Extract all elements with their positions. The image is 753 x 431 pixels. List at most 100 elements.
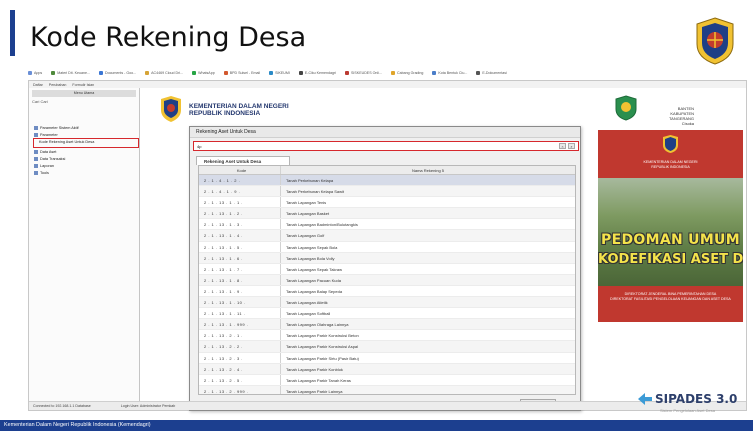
bookmark-favicon-icon — [145, 71, 150, 75]
cell-nama: Tanah Perkebunan Kelapa Sawit — [286, 189, 345, 195]
column-header-nama[interactable]: Nama Rekening 5 — [281, 166, 575, 174]
table-row[interactable]: 2 . 1 . 13 . 2 . 2 . Tanah Lapangan Parki… — [199, 341, 575, 353]
table-row[interactable]: 2 . 1 . 4 . 1 . 9 . Tanah Perkebunan Kela… — [199, 186, 575, 198]
tree-toolbar[interactable]: Cari Cari — [32, 99, 136, 108]
tree-item-parameter-sistem[interactable]: Parameter Sistem Aktif — [34, 126, 79, 130]
folder-icon — [34, 164, 38, 168]
menu-perubahan[interactable]: Perubahan — [49, 83, 67, 87]
bookmark-favicon-icon — [192, 71, 197, 75]
bookmark-item[interactable]: SISKEUDES Onli... — [345, 71, 382, 75]
bookmark-favicon-icon — [51, 71, 56, 75]
bookmark-item[interactable]: Apps — [28, 71, 42, 75]
kemendagri-logo-icon — [161, 96, 181, 122]
book-title-line-1: PEDOMAN UMUM — [601, 232, 740, 248]
tree-item-label: Data Transaksi — [40, 157, 66, 161]
bookmark-item[interactable]: SIKEUMI — [269, 71, 290, 75]
bookmark-label: Cabang Grading — [396, 71, 424, 75]
search-button[interactable]: ⌕ — [568, 143, 575, 149]
cell-kode: 2 . 1 . 4 . 1 . 2 . — [199, 175, 281, 186]
bookmark-item[interactable]: E-Dokumentasi — [476, 71, 507, 75]
bookmark-favicon-icon — [476, 71, 481, 75]
tree-item-data-aset[interactable]: Data Aset — [34, 150, 56, 154]
bookmark-favicon-icon — [390, 71, 395, 75]
tree-item-highlight-box — [33, 138, 139, 148]
tree-item-laporan[interactable]: Laporan — [34, 164, 54, 168]
cell-nama: Tanah Lapangan Parkir Tanah Keras — [286, 377, 351, 383]
bookmark-item[interactable]: Cabang Grading — [390, 71, 424, 75]
menu-formulir[interactable]: Formulir Isian — [72, 83, 94, 87]
title-accent-bar — [10, 10, 15, 56]
cell-kode: 2 . 1 . 13 . 1 . 4 . — [199, 230, 281, 241]
rekening-table: Kode Nama Rekening 5 2 . 1 . 4 . 1 . 2 .… — [198, 165, 576, 395]
sipades-arrow-icon — [638, 393, 652, 405]
cell-kode: 2 . 1 . 13 . 2 . 4 . — [199, 363, 281, 374]
bookmark-item[interactable]: Materi Dit. Keuane... — [51, 71, 90, 75]
app-header: KEMENTERIAN DALAM NEGERI REPUBLIK INDONE… — [159, 95, 694, 126]
book-publisher: KEMENTERIAN DALAM NEGERI REPUBLIK INDONE… — [598, 160, 743, 170]
table-row[interactable]: 2 . 1 . 13 . 2 . 3 . Tanah Lapangan Parki… — [199, 352, 575, 364]
bookmark-label: Kota Bentuk Ciu... — [438, 71, 468, 75]
clear-search-button[interactable]: × — [559, 143, 566, 149]
table-row[interactable]: 2 . 1 . 13 . 1 . 5 . Tanah Lapangan Sepak… — [199, 241, 575, 253]
header-region: BANTEN KABUPATEN TANGERANG Cisoka — [669, 106, 694, 126]
table-row[interactable]: 2 . 1 . 13 . 1 . 11 . Tanah Lapangan Soft… — [199, 308, 575, 320]
table-row[interactable]: 2 . 1 . 13 . 1 . 6 . Tanah Lapangan Bola … — [199, 252, 575, 264]
cell-kode: 2 . 1 . 13 . 1 . 7 . — [199, 263, 281, 274]
bookmark-item[interactable]: BPD Sulsel - Email — [223, 71, 260, 75]
menu-daftar[interactable]: Daftar — [33, 83, 43, 87]
table-row[interactable]: 2 . 1 . 13 . 1 . 4 . Tanah Lapangan Golf — [199, 230, 575, 242]
table-row[interactable]: 2 . 1 . 13 . 2 . 1 . Tanah Lapangan Parki… — [199, 330, 575, 342]
app-menubar: Daftar Perubahan Formulir Isian — [29, 81, 746, 88]
bookmark-item[interactable]: WhatsApp — [192, 71, 215, 75]
bookmark-favicon-icon — [98, 71, 103, 75]
bookmark-label: Materi Dit. Keuane... — [57, 71, 90, 75]
folder-icon — [34, 150, 38, 154]
bookmark-item[interactable]: Kota Bentuk Ciu... — [432, 71, 467, 75]
table-row[interactable]: 2 . 1 . 4 . 1 . 2 . Tanah Perkebunan Kela… — [199, 175, 575, 187]
banten-emblem-icon — [615, 95, 637, 121]
slide-footer-text: Kementerian Dalam Negeri Republik Indone… — [4, 422, 151, 428]
search-input[interactable] — [197, 143, 537, 149]
table-row[interactable]: 2 . 1 . 13 . 1 . 10 . Tanah Lapangan Atle… — [199, 297, 575, 309]
table-row[interactable]: 2 . 1 . 13 . 2 . 999 . Tanah Lapangan Par… — [199, 385, 575, 394]
table-row[interactable]: 2 . 1 . 13 . 1 . 1 . Tanah Lapangan Tenis — [199, 197, 575, 209]
slide-footer-bar: Kementerian Dalam Negeri Republik Indone… — [0, 420, 753, 431]
table-row[interactable]: 2 . 1 . 13 . 2 . 4 . Tanah Lapangan Parki… — [199, 363, 575, 375]
cell-kode: 2 . 1 . 13 . 1 . 1 . — [199, 197, 281, 208]
tree-item-label: Parameter Sistem Aktif — [40, 126, 79, 130]
table-row[interactable]: 2 . 1 . 13 . 1 . 999 . Tanah Lapangan Ola… — [199, 319, 575, 331]
cell-nama: Tanah Lapangan Pacuan Kuda — [286, 277, 341, 283]
bookmark-favicon-icon — [269, 71, 274, 75]
table-row[interactable]: 2 . 1 . 13 . 1 . 7 . Tanah Lapangan Sepak… — [199, 263, 575, 275]
bookmark-item[interactable]: E-Ciku Kemendagri — [298, 71, 336, 75]
table-row[interactable]: 2 . 1 . 13 . 1 . 2 . Tanah Lapangan Baske… — [199, 208, 575, 220]
bookmark-item[interactable]: AC4469 Cloud Dri... — [145, 71, 183, 75]
rekening-aset-dialog: Rekening Aset Untuk Desa × ⌕ Rekening As… — [189, 126, 581, 411]
tree-item-parameter[interactable]: Parameter — [34, 133, 58, 137]
column-header-kode[interactable]: Kode — [199, 166, 281, 174]
cell-kode: 2 . 1 . 13 . 1 . 10 . — [199, 297, 281, 308]
cell-nama: Tanah Lapangan Badminton/Bulutangkis — [286, 222, 358, 228]
table-row[interactable]: 2 . 1 . 13 . 2 . 5 . Tanah Lapangan Parki… — [199, 374, 575, 386]
cell-nama: Tanah Lapangan Golf — [286, 233, 325, 239]
tree-item-label: Tools — [40, 171, 49, 175]
table-row[interactable]: 2 . 1 . 13 . 1 . 8 . Tanah Lapangan Pacua… — [199, 274, 575, 286]
cell-kode: 2 . 1 . 4 . 1 . 9 . — [199, 186, 281, 197]
bookmark-label: E-Dokumentasi — [482, 71, 507, 75]
tree-item-label: Data Aset — [40, 150, 57, 154]
tab-rekening-aset[interactable]: Rekening Aset Untuk Desa — [196, 156, 290, 165]
bookmark-favicon-icon — [298, 71, 303, 75]
bookmark-label: Apps — [34, 71, 43, 75]
tree-item-label: Parameter — [40, 133, 58, 137]
cell-kode: 2 . 1 . 13 . 2 . 999 . — [199, 385, 281, 394]
cell-nama: Tanah Lapangan Bola Volly — [286, 255, 335, 261]
cell-nama: Tanah Lapangan Sepak Bola — [286, 244, 338, 250]
table-row[interactable]: 2 . 1 . 13 . 1 . 9 . Tanah Lapangan Balap… — [199, 285, 575, 298]
folder-icon — [34, 157, 38, 161]
tree-item-data-transaksi[interactable]: Data Transaksi — [34, 157, 65, 161]
bookmark-label: WhatsApp — [198, 71, 215, 75]
table-row[interactable]: 2 . 1 . 13 . 1 . 3 . Tanah Lapangan Badmi… — [199, 219, 575, 231]
cell-nama: Tanah Lapangan Basket — [286, 211, 330, 217]
bookmark-item[interactable]: Documents - Goo... — [98, 71, 136, 75]
tree-item-tools[interactable]: Tools — [34, 171, 49, 175]
